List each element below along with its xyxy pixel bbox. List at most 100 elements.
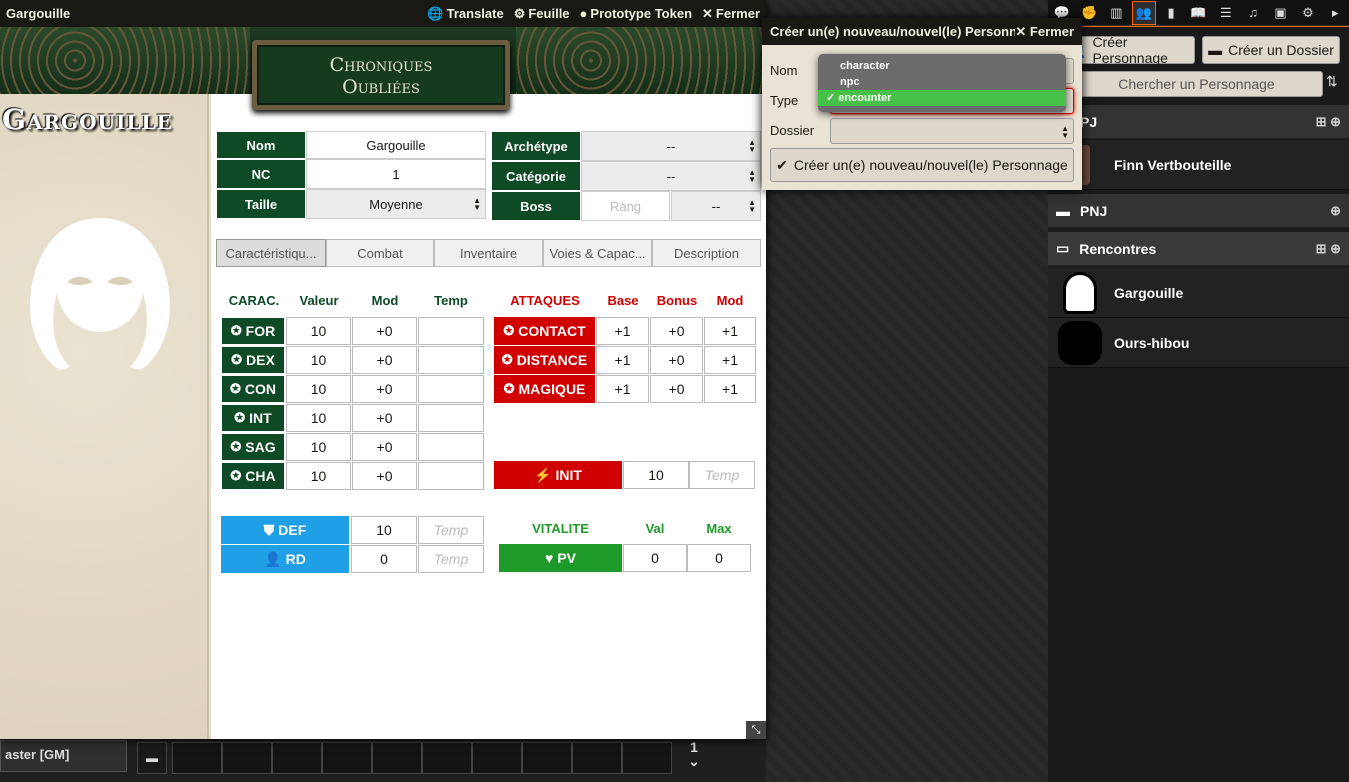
attack-base[interactable]: +1 bbox=[596, 346, 649, 374]
attack-bonus[interactable]: +0 bbox=[650, 346, 703, 374]
folder-pnj[interactable]: ▬ PNJ ⊕ bbox=[1048, 194, 1349, 228]
tab-inventaire[interactable]: Inventaire bbox=[434, 239, 543, 267]
items-icon[interactable]: ▮ bbox=[1159, 1, 1183, 25]
attack-mod[interactable]: +1 bbox=[704, 317, 756, 345]
carac-mod[interactable]: +0 bbox=[352, 375, 417, 403]
macro-slot[interactable] bbox=[522, 742, 572, 774]
macro-slot[interactable] bbox=[572, 742, 622, 774]
carac-temp[interactable] bbox=[418, 346, 484, 374]
tab-voies-capacites[interactable]: Voies & Capac... bbox=[543, 239, 652, 267]
carac-value[interactable]: 10 bbox=[286, 346, 351, 374]
settings-icon[interactable]: ⚙ bbox=[1296, 1, 1320, 25]
rd-value[interactable]: 0 bbox=[351, 545, 417, 573]
actors-icon[interactable]: 👥 bbox=[1131, 0, 1156, 25]
categorie-select[interactable]: -- ▲ ▼ bbox=[581, 161, 761, 191]
boss-rang-field[interactable]: Rang bbox=[581, 191, 670, 221]
macro-slot[interactable] bbox=[222, 742, 272, 774]
translate-button[interactable]: 🌐 Translate bbox=[427, 6, 503, 22]
type-option-selected[interactable]: ✓ encounter bbox=[818, 90, 1066, 106]
type-option[interactable]: character bbox=[818, 58, 1066, 74]
def-button[interactable]: ⛊ DEF bbox=[221, 516, 349, 544]
create-folder-button[interactable]: ▬ Créer un Dossier bbox=[1202, 36, 1340, 64]
def-value[interactable]: 10 bbox=[351, 516, 417, 544]
character-portrait[interactable] bbox=[25, 212, 175, 372]
tab-combat[interactable]: Combat bbox=[326, 239, 434, 267]
close-button[interactable]: ✕ Fermer bbox=[702, 6, 760, 22]
playlists-icon[interactable]: ♫ bbox=[1241, 1, 1265, 25]
folder-pj[interactable]: ▬PJ⊞ ⊕ bbox=[1048, 105, 1349, 139]
dialog-close-button[interactable]: ✕ Fermer bbox=[1015, 24, 1074, 40]
pv-button[interactable]: ♥ PV bbox=[499, 544, 622, 572]
carac-mod[interactable]: +0 bbox=[352, 346, 417, 374]
resize-handle-icon[interactable]: ⤡ bbox=[746, 721, 766, 739]
macro-slot[interactable] bbox=[422, 742, 472, 774]
actor-entry[interactable]: Gargouille bbox=[1048, 268, 1349, 318]
dialog-submit-button[interactable]: ✔ Créer un(e) nouveau/nouvel(le) Personna… bbox=[770, 148, 1074, 182]
carac-mod[interactable]: +0 bbox=[352, 462, 417, 490]
compendium-icon[interactable]: ▣ bbox=[1269, 1, 1293, 25]
macro-folder-icon[interactable]: ▬ bbox=[137, 742, 167, 774]
sheet-config-button[interactable]: ⚙ Feuille bbox=[514, 6, 570, 22]
init-value[interactable]: 10 bbox=[623, 461, 689, 489]
pv-max[interactable]: 0 bbox=[687, 544, 751, 572]
carac-value[interactable]: 10 bbox=[286, 375, 351, 403]
def-temp-field[interactable]: Temp bbox=[418, 516, 484, 544]
macro-slot[interactable] bbox=[622, 742, 672, 774]
carac-temp[interactable] bbox=[418, 433, 484, 461]
init-temp-field[interactable]: Temp bbox=[689, 461, 755, 489]
attack-bonus[interactable]: +0 bbox=[650, 317, 703, 345]
carac-roll-button[interactable]: ✪ DEX bbox=[221, 346, 285, 374]
dialog-header[interactable]: Créer un(e) nouveau/nouvel(le) Personn ✕… bbox=[762, 18, 1082, 45]
carac-value[interactable]: 10 bbox=[286, 433, 351, 461]
player-list[interactable]: aster [GM] bbox=[0, 740, 127, 772]
folder-actions[interactable]: ⊞ ⊕ bbox=[1316, 241, 1341, 257]
tab-description[interactable]: Description bbox=[652, 239, 761, 267]
attack-roll-button[interactable]: ✪ CONTACT bbox=[494, 317, 595, 345]
carac-roll-button[interactable]: ✪ INT bbox=[221, 404, 285, 432]
hotbar-page[interactable]: 1 ⌄ bbox=[682, 740, 706, 774]
nc-field[interactable]: 1 bbox=[306, 159, 486, 189]
taille-select[interactable]: Moyenne ▲ ▼ bbox=[306, 189, 486, 219]
actor-entry[interactable]: Finn Vertbouteille bbox=[1048, 140, 1349, 190]
attack-base[interactable]: +1 bbox=[596, 375, 649, 403]
journal-icon[interactable]: 📖 bbox=[1186, 1, 1210, 25]
carac-mod[interactable]: +0 bbox=[352, 404, 417, 432]
macro-slot[interactable] bbox=[172, 742, 222, 774]
type-option[interactable]: npc bbox=[818, 74, 1066, 90]
collapse-icon[interactable]: ▸ bbox=[1323, 1, 1347, 25]
folder-rencontres[interactable]: ▭ Rencontres ⊞ ⊕ bbox=[1048, 232, 1349, 266]
attack-base[interactable]: +1 bbox=[596, 317, 649, 345]
scenes-icon[interactable]: ▥ bbox=[1104, 1, 1128, 25]
window-header[interactable]: Gargouille 🌐 Translate ⚙ Feuille ● Prototyp… bbox=[0, 0, 766, 27]
carac-temp[interactable] bbox=[418, 462, 484, 490]
carac-value[interactable]: 10 bbox=[286, 404, 351, 432]
prototype-token-button[interactable]: ● Prototype Token bbox=[580, 6, 692, 21]
carac-mod[interactable]: +0 bbox=[352, 317, 417, 345]
attack-roll-button[interactable]: ✪ MAGIQUE bbox=[494, 375, 595, 403]
archetype-select[interactable]: -- ▲ ▼ bbox=[581, 131, 761, 161]
rd-temp-field[interactable]: Temp bbox=[418, 545, 484, 573]
carac-roll-button[interactable]: ✪ SAG bbox=[221, 433, 285, 461]
create-character-button[interactable]: 👤Créer Personnage bbox=[1068, 34, 1195, 66]
actor-entry[interactable]: Ours-hibou bbox=[1048, 318, 1349, 368]
rd-button[interactable]: 👤 RD bbox=[221, 545, 349, 573]
nom-field[interactable]: Gargouille bbox=[306, 131, 486, 159]
attack-bonus[interactable]: +0 bbox=[650, 375, 703, 403]
search-input[interactable]: Chercher un Personnage bbox=[1070, 71, 1323, 97]
init-roll-button[interactable]: ⚡ INIT bbox=[494, 461, 622, 489]
pv-value[interactable]: 0 bbox=[623, 544, 687, 572]
carac-roll-button[interactable]: ✪ CON bbox=[221, 375, 285, 403]
carac-roll-button[interactable]: ✪ FOR bbox=[221, 317, 285, 345]
chevron-down-icon[interactable]: ⌄ bbox=[688, 753, 700, 769]
macro-slot[interactable] bbox=[472, 742, 522, 774]
sort-icon[interactable]: ⇅ bbox=[1326, 73, 1338, 90]
macro-slot[interactable] bbox=[372, 742, 422, 774]
tab-caracteristiques[interactable]: Caractéristiqu... bbox=[216, 239, 326, 267]
tables-icon[interactable]: ☰ bbox=[1214, 1, 1238, 25]
macro-slot[interactable] bbox=[322, 742, 372, 774]
carac-value[interactable]: 10 bbox=[286, 462, 351, 490]
attack-mod[interactable]: +1 bbox=[704, 375, 756, 403]
carac-temp[interactable] bbox=[418, 375, 484, 403]
dialog-dossier-select[interactable]: ▲ ▼ bbox=[830, 118, 1074, 144]
folder-actions[interactable]: ⊕ bbox=[1330, 203, 1341, 219]
